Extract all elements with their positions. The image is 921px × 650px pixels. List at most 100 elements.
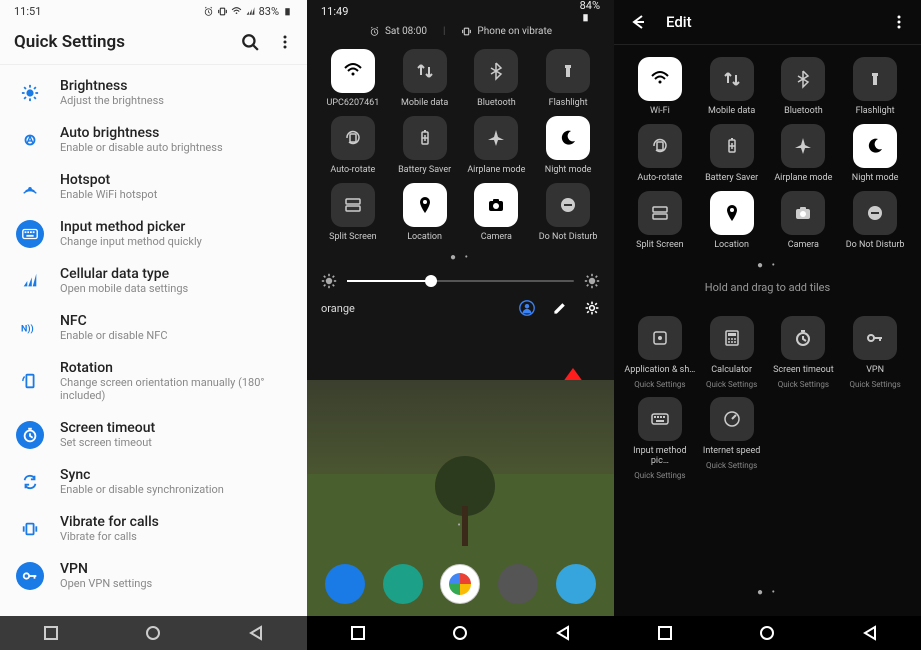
item-title: Hotspot xyxy=(60,172,157,188)
item-title: Cellular data type xyxy=(60,266,188,282)
nav-back-icon[interactable] xyxy=(860,623,880,643)
tile-sublabel: Quick Settings xyxy=(706,380,757,389)
tile-sublabel: Quick Settings xyxy=(634,471,685,480)
tile-label: Bluetooth xyxy=(477,98,516,108)
back-icon[interactable] xyxy=(628,12,648,32)
edit-icon[interactable] xyxy=(552,300,568,316)
flashlight-tile-icon xyxy=(546,49,590,93)
vibrate-icon xyxy=(217,6,228,17)
tile[interactable]: Do Not Disturb xyxy=(532,183,604,242)
tile-label: Auto-rotate xyxy=(637,173,682,183)
footer-row: orange xyxy=(307,289,614,327)
camera-tile-icon xyxy=(781,191,825,235)
list-item[interactable]: NFC Enable or disable NFC xyxy=(0,304,307,351)
tile[interactable]: Wi-Fi xyxy=(624,57,696,116)
list-item[interactable]: Vibrate for calls Vibrate for calls xyxy=(0,505,307,552)
nav-home-icon[interactable] xyxy=(450,623,470,643)
list-item[interactable]: VPN Open VPN settings xyxy=(0,552,307,599)
edit-panel: Edit Wi-Fi Mobile data Bluetooth Flashli… xyxy=(614,0,921,650)
list-item[interactable]: Brightness Adjust the brightness xyxy=(0,69,307,116)
gear-icon[interactable] xyxy=(584,300,600,316)
tile[interactable]: Night mode xyxy=(532,116,604,175)
hotspot-icon xyxy=(16,173,44,201)
tile[interactable]: Airplane mode xyxy=(768,124,840,183)
list-item[interactable]: Screen timeout Set screen timeout xyxy=(0,411,307,458)
home-page-dots: • xyxy=(307,520,614,531)
app-tile-icon xyxy=(638,316,682,360)
location-tile-icon xyxy=(710,191,754,235)
brightness-auto-icon[interactable] xyxy=(584,273,600,289)
tile-label: Mobile data xyxy=(708,106,755,116)
tile[interactable]: Battery Saver xyxy=(389,116,461,175)
dnd-tile-icon xyxy=(546,183,590,227)
autorotate-tile-icon xyxy=(331,116,375,160)
alarm-icon xyxy=(369,26,380,37)
list-item[interactable]: Auto brightness Enable or disable auto b… xyxy=(0,116,307,163)
list-item[interactable]: Cellular data type Open mobile data sett… xyxy=(0,257,307,304)
nav-recent-icon[interactable] xyxy=(41,623,61,643)
tile[interactable]: Location xyxy=(696,191,768,250)
tile-label: Flashlight xyxy=(856,106,895,116)
dock-phone-icon[interactable] xyxy=(325,564,365,604)
alarm-text: Sat 08:00 xyxy=(385,26,427,37)
list-item[interactable]: Input method picker Change input method … xyxy=(0,210,307,257)
tile[interactable]: Flashlight xyxy=(532,49,604,108)
item-subtitle: Change input method quickly xyxy=(60,235,202,248)
tile[interactable]: Auto-rotate xyxy=(317,116,389,175)
nav-home-icon[interactable] xyxy=(757,623,777,643)
dock-chrome-icon[interactable] xyxy=(440,564,480,604)
tile[interactable]: Flashlight xyxy=(839,57,911,116)
tile[interactable]: Calculator Quick Settings xyxy=(696,316,768,389)
dock-messages-icon[interactable] xyxy=(383,564,423,604)
battery-text: 83% xyxy=(259,5,279,18)
list-item[interactable]: Hotspot Enable WiFi hotspot xyxy=(0,163,307,210)
header: Quick Settings xyxy=(0,22,307,65)
tile[interactable]: VPN Quick Settings xyxy=(839,316,911,389)
tile[interactable]: Split Screen xyxy=(317,183,389,242)
brightness-slider[interactable] xyxy=(347,280,574,282)
tile[interactable]: Auto-rotate xyxy=(624,124,696,183)
tile-label: Input method pic… xyxy=(624,446,696,466)
tile[interactable]: Application & sh… Quick Settings xyxy=(624,316,696,389)
tile[interactable]: UPC6207461 xyxy=(317,49,389,108)
brightness-low-icon xyxy=(321,273,337,289)
tile[interactable]: Internet speed Quick Settings xyxy=(696,397,768,480)
tile[interactable]: Bluetooth xyxy=(768,57,840,116)
tile-label: Application & sh… xyxy=(624,365,695,375)
tile[interactable]: Mobile data xyxy=(696,57,768,116)
tile[interactable]: Battery Saver xyxy=(696,124,768,183)
status-time: 11:51 xyxy=(14,5,41,18)
more-icon[interactable] xyxy=(891,14,907,30)
tile[interactable]: Screen timeout Quick Settings xyxy=(768,316,840,389)
nav-recent-icon[interactable] xyxy=(655,623,675,643)
tile-label: Battery Saver xyxy=(705,173,758,183)
tile[interactable]: Input method pic… Quick Settings xyxy=(624,397,696,480)
nav-back-icon[interactable] xyxy=(246,623,266,643)
nav-home-icon[interactable] xyxy=(143,623,163,643)
tile[interactable]: Mobile data xyxy=(389,49,461,108)
item-title: Sync xyxy=(60,467,224,483)
location-tile-icon xyxy=(403,183,447,227)
status-icons: 83% xyxy=(203,5,293,18)
tile[interactable]: Camera xyxy=(768,191,840,250)
search-icon[interactable] xyxy=(241,33,259,51)
tile[interactable]: Location xyxy=(389,183,461,242)
user-icon[interactable] xyxy=(518,299,536,317)
list-item[interactable]: Sync Enable or disable synchronization xyxy=(0,458,307,505)
tile[interactable]: Night mode xyxy=(839,124,911,183)
nav-recent-icon[interactable] xyxy=(348,623,368,643)
list-item[interactable]: Rotation Change screen orientation manua… xyxy=(0,351,307,411)
wifi-icon xyxy=(231,6,242,17)
nav-back-icon[interactable] xyxy=(553,623,573,643)
tile[interactable]: Airplane mode xyxy=(461,116,533,175)
tile[interactable]: Camera xyxy=(461,183,533,242)
tile[interactable]: Split Screen xyxy=(624,191,696,250)
dock-app-icon[interactable] xyxy=(556,564,596,604)
item-title: Screen timeout xyxy=(60,420,155,436)
more-icon[interactable] xyxy=(277,34,293,50)
tile[interactable]: Bluetooth xyxy=(461,49,533,108)
tile[interactable]: Do Not Disturb xyxy=(839,191,911,250)
item-title: Input method picker xyxy=(60,219,202,235)
dock-camera-icon[interactable] xyxy=(498,564,538,604)
autobrightness-icon xyxy=(16,126,44,154)
